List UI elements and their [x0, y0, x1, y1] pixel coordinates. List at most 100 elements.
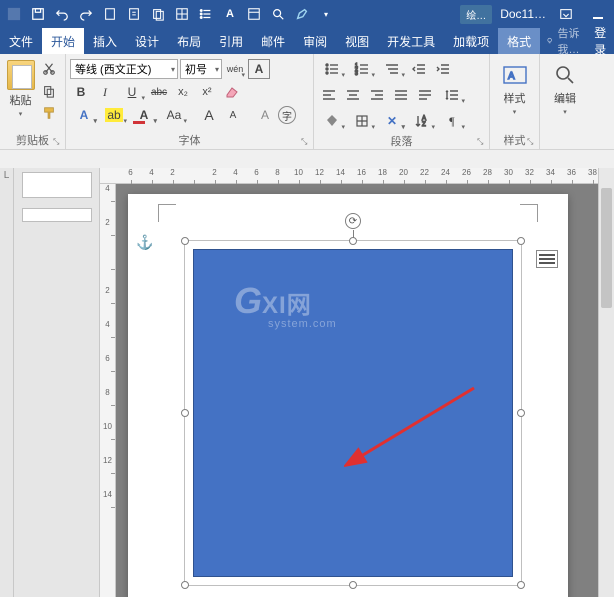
thumbnail-pane[interactable]	[14, 168, 100, 597]
horizontal-ruler[interactable]: 6422468101214161820222426283032343638	[100, 168, 614, 184]
new-icon[interactable]	[100, 4, 120, 24]
tab-file[interactable]: 文件	[0, 28, 42, 54]
subscript-button[interactable]: x₂	[172, 82, 194, 102]
tab-references[interactable]: 引用	[210, 28, 252, 54]
rectangle-shape[interactable]: GXI网 system.com	[193, 249, 513, 577]
paste-qat-icon[interactable]	[148, 4, 168, 24]
new2-icon[interactable]	[124, 4, 144, 24]
font-size-combo[interactable]: 初号	[180, 59, 222, 79]
tab-home[interactable]: 开始	[42, 28, 84, 54]
tab-layout[interactable]: 布局	[168, 28, 210, 54]
change-case-button[interactable]: Aa▾	[160, 105, 188, 125]
numbering-button[interactable]: 123▾	[348, 59, 376, 79]
qat-more-icon[interactable]: ▾	[316, 4, 336, 24]
shrink-font-button[interactable]: A	[222, 105, 244, 125]
paste-icon[interactable]	[7, 60, 35, 90]
borders-button[interactable]: ▾	[348, 111, 376, 131]
multilevel-button[interactable]: ▾	[378, 59, 406, 79]
redo-icon[interactable]	[76, 4, 96, 24]
italic-button[interactable]: I	[94, 82, 116, 102]
editing-button[interactable]: 编辑 ▾	[544, 56, 586, 116]
enclosed-char-button[interactable]: 字	[278, 106, 296, 124]
strikethrough-button[interactable]: abc	[148, 82, 170, 102]
bold-button[interactable]: B	[70, 82, 92, 102]
page-thumb[interactable]	[22, 208, 92, 222]
line-spacing-button[interactable]: ▾	[438, 85, 466, 105]
minimize-icon[interactable]	[586, 2, 610, 26]
bullets-qat-icon[interactable]	[196, 4, 216, 24]
clear-formatting-button[interactable]: A	[254, 105, 276, 125]
layout-qat-icon[interactable]	[244, 4, 264, 24]
grow-font-button[interactable]: A	[198, 105, 220, 125]
copy-icon[interactable]	[39, 82, 59, 100]
font-color-button[interactable]: A▾	[130, 105, 158, 125]
clipboard-launcher-icon[interactable]: ⤡	[53, 137, 63, 147]
font-color-qat-icon[interactable]: A	[220, 4, 240, 24]
rotate-handle-icon[interactable]: ⟳	[345, 213, 361, 229]
vertical-ruler[interactable]: 422468101214	[100, 184, 116, 597]
resize-handle[interactable]	[181, 237, 189, 245]
paste-button[interactable]: 粘贴	[10, 92, 32, 108]
phonetic-guide-icon[interactable]: wén▾	[224, 59, 246, 79]
align-left-button[interactable]	[318, 85, 340, 105]
page-thumb[interactable]	[22, 172, 92, 198]
text-effects-button[interactable]: A▾	[70, 105, 98, 125]
table-qat-icon[interactable]	[172, 4, 192, 24]
eraser-icon[interactable]	[220, 82, 242, 102]
page[interactable]: ⚓ ⟳ GXI网 system.com	[128, 194, 568, 597]
increase-indent-button[interactable]	[432, 59, 454, 79]
cut-icon[interactable]	[39, 60, 59, 78]
show-marks-button[interactable]: ¶▾	[438, 111, 466, 131]
character-border-icon[interactable]: A	[248, 59, 270, 79]
decrease-indent-button[interactable]	[408, 59, 430, 79]
tab-design[interactable]: 设计	[126, 28, 168, 54]
group-styles: A 样式 ▾ 样式 ⤡	[490, 54, 540, 149]
svg-text:Z: Z	[422, 122, 426, 128]
font-launcher-icon[interactable]: ⤡	[301, 137, 311, 147]
paragraph-launcher-icon[interactable]: ⤡	[477, 137, 487, 147]
resize-handle[interactable]	[181, 409, 189, 417]
resize-handle[interactable]	[517, 237, 525, 245]
shading-button[interactable]: ▾	[318, 111, 346, 131]
highlight-button[interactable]: ab▾	[100, 105, 128, 125]
superscript-button[interactable]: x²	[196, 82, 218, 102]
tab-addins[interactable]: 加载项	[444, 28, 498, 54]
justify-button[interactable]	[390, 85, 412, 105]
shape-selection[interactable]: ⟳ GXI网 system.com	[184, 240, 522, 586]
sort-button[interactable]: AZ▾	[408, 111, 436, 131]
layout-options-icon[interactable]	[536, 250, 558, 268]
resize-handle[interactable]	[517, 581, 525, 589]
tab-view[interactable]: 视图	[336, 28, 378, 54]
pen-qat-icon[interactable]	[292, 4, 312, 24]
vertical-scrollbar[interactable]	[598, 168, 614, 597]
tab-insert[interactable]: 插入	[84, 28, 126, 54]
format-painter-icon[interactable]	[39, 104, 59, 122]
ribbon-display-icon[interactable]	[554, 2, 578, 26]
resize-handle[interactable]	[349, 237, 357, 245]
scroll-thumb[interactable]	[601, 188, 612, 308]
underline-button[interactable]: U▾	[118, 82, 146, 102]
app-icon[interactable]	[4, 4, 24, 24]
find-qat-icon[interactable]	[268, 4, 288, 24]
anchor-icon[interactable]: ⚓	[136, 234, 153, 251]
align-center-button[interactable]	[342, 85, 364, 105]
resize-handle[interactable]	[349, 581, 357, 589]
tab-review[interactable]: 审阅	[294, 28, 336, 54]
paste-dropdown-icon[interactable]: ▾	[19, 110, 23, 118]
asian-layout-button[interactable]: ✕▾	[378, 111, 406, 131]
tab-format[interactable]: 格式	[498, 28, 540, 54]
font-family-combo[interactable]: 等线 (西文正文)	[70, 59, 178, 79]
tab-mailings[interactable]: 邮件	[252, 28, 294, 54]
resize-handle[interactable]	[181, 581, 189, 589]
save-icon[interactable]	[28, 4, 48, 24]
styles-button[interactable]: A 样式 ▾	[494, 56, 535, 116]
undo-icon[interactable]	[52, 4, 72, 24]
tab-developer[interactable]: 开发工具	[378, 28, 444, 54]
styles-launcher-icon[interactable]: ⤡	[527, 137, 537, 147]
align-right-button[interactable]	[366, 85, 388, 105]
bullets-button[interactable]: ▾	[318, 59, 346, 79]
login-button[interactable]: 登录	[584, 28, 614, 54]
tell-me-search[interactable]: 告诉我…	[540, 28, 584, 54]
resize-handle[interactable]	[517, 409, 525, 417]
distribute-button[interactable]	[414, 85, 436, 105]
